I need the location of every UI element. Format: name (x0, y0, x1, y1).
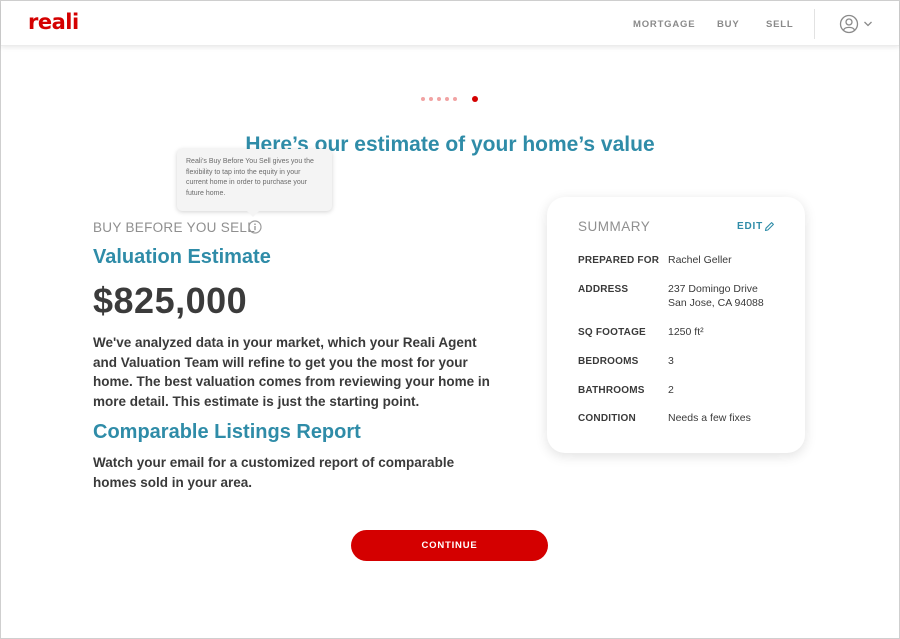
nav-divider (814, 9, 815, 39)
chevron-down-icon (864, 21, 872, 27)
pencil-icon[interactable] (764, 221, 775, 232)
summary-value-condition: Needs a few fixes (668, 411, 751, 425)
nav-sell[interactable]: SELL (766, 19, 793, 30)
progress-dot (429, 97, 433, 101)
info-icon[interactable] (248, 220, 262, 234)
progress-dot (445, 97, 449, 101)
summary-label-bathrooms: BATHROOMS (578, 385, 645, 396)
progress-dot (421, 97, 425, 101)
progress-dot (453, 97, 457, 101)
summary-card: SUMMARY EDIT PREPARED FOR Rachel Geller … (547, 197, 805, 453)
valuation-title: Valuation Estimate (93, 246, 271, 268)
summary-value-line: San Jose, CA 94088 (668, 297, 764, 309)
edit-button[interactable]: EDIT (737, 221, 763, 232)
summary-value-bedrooms: 3 (668, 354, 674, 368)
nav-mortgage[interactable]: MORTGAGE (633, 19, 695, 30)
eyebrow-label: BUY BEFORE YOU SELL (93, 220, 256, 235)
summary-label-bedrooms: BEDROOMS (578, 356, 639, 367)
summary-value-bathrooms: 2 (668, 383, 674, 397)
summary-value-prepared-for: Rachel Geller (668, 253, 732, 267)
summary-value-address: 237 Domingo Drive San Jose, CA 94088 (668, 282, 764, 310)
reali-logo[interactable]: reali (28, 10, 79, 34)
user-menu[interactable] (839, 14, 875, 34)
progress-dot (437, 97, 441, 101)
progress-dot-active (472, 96, 478, 102)
valuation-description: We've analyzed data in your market, whic… (93, 335, 490, 409)
report-description: Watch your email for a customized report… (93, 455, 455, 490)
page-title: Here’s our estimate of your home’s value (245, 133, 655, 156)
continue-button[interactable]: CONTINUE (351, 530, 548, 561)
summary-value-line: Needs a few fixes (668, 412, 751, 424)
summary-title: SUMMARY (578, 219, 651, 234)
user-icon (839, 14, 859, 34)
report-title: Comparable Listings Report (93, 421, 361, 443)
nav-buy[interactable]: BUY (717, 19, 739, 30)
summary-label-address: ADDRESS (578, 284, 629, 295)
summary-value-line: 1250 ft² (668, 326, 704, 338)
summary-label-prepared-for: PREPARED FOR (578, 255, 660, 266)
top-header: reali MORTGAGE BUY SELL (1, 1, 899, 46)
summary-value-line: Rachel Geller (668, 254, 732, 266)
summary-value-line: 2 (668, 384, 674, 396)
summary-value-line: 3 (668, 355, 674, 367)
summary-value-line: 237 Domingo Drive (668, 283, 758, 295)
summary-value-sq-footage: 1250 ft² (668, 325, 704, 339)
summary-label-sq-footage: SQ FOOTAGE (578, 327, 646, 338)
valuation-price: $825,000 (93, 280, 248, 321)
summary-label-condition: CONDITION (578, 413, 636, 424)
tooltip-bbys: Reali’s Buy Before You Sell gives you th… (177, 149, 332, 217)
